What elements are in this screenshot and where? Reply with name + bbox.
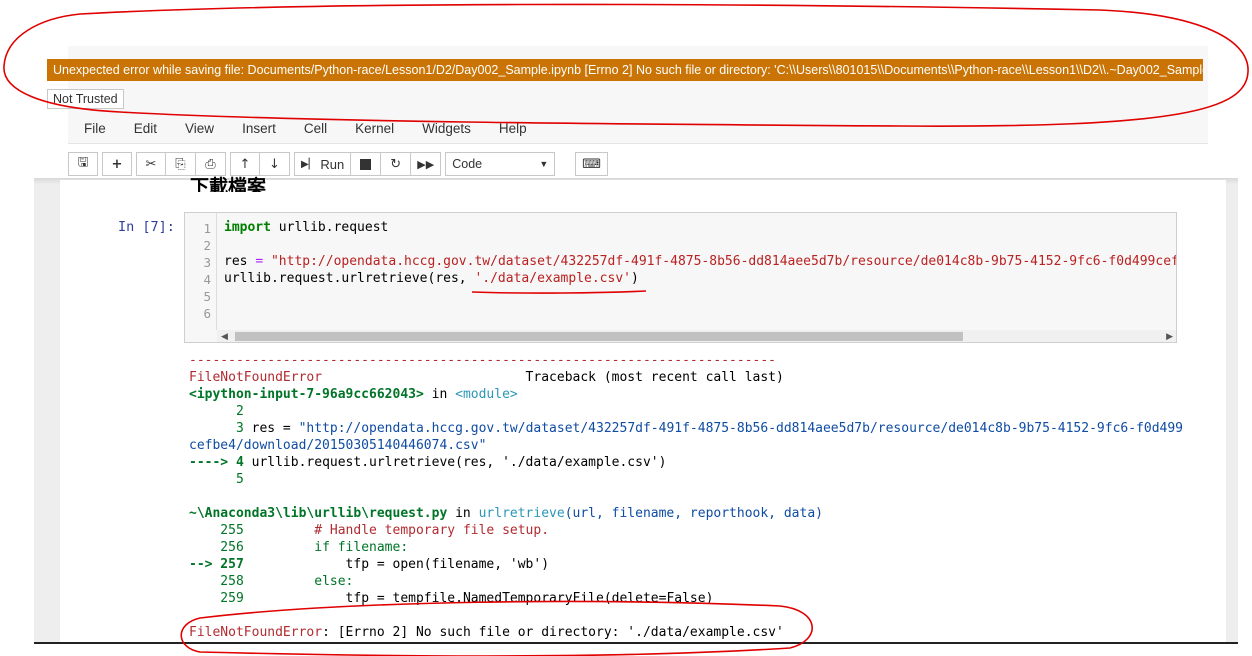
chevron-down-icon: ▼ bbox=[539, 159, 549, 169]
scissors-icon: ✂ bbox=[145, 156, 157, 172]
plus-icon: + bbox=[111, 156, 123, 172]
traceback-separator: ----------------------------------------… bbox=[189, 353, 776, 368]
menu-bar: File Edit View Insert Cell Kernel Widget… bbox=[68, 118, 539, 142]
traceback-header: FileNotFoundError Traceback (most recent… bbox=[189, 370, 784, 385]
menu-help[interactable]: Help bbox=[483, 118, 539, 142]
traceback-line: 259 tfp = tempfile.NamedTemporaryFile(de… bbox=[189, 591, 714, 606]
input-prompt: In [7]: bbox=[118, 219, 175, 235]
traceback-line: 256 if filename: bbox=[189, 540, 409, 555]
restart-button[interactable]: ↻ bbox=[381, 152, 412, 176]
line-number: 5 bbox=[203, 289, 211, 304]
line-number: 4 bbox=[203, 272, 211, 287]
line-number: 3 bbox=[203, 255, 211, 270]
arrow-up-icon: ↑ bbox=[239, 156, 251, 172]
not-trusted-indicator[interactable]: Not Trusted bbox=[47, 89, 124, 109]
line-number: 1 bbox=[203, 221, 211, 236]
traceback-line: 5 bbox=[189, 472, 244, 487]
restart-run-all-button[interactable]: ▶▶ bbox=[411, 152, 442, 176]
bottom-divider bbox=[34, 642, 1238, 644]
toolbar: 🖫 + ✂ ⎘ ⎙ ↑ ↓ ▶▏ Run ↻ ▶▶ Code ▼ ⌨ bbox=[68, 151, 609, 177]
code-editor[interactable]: 1 2 3 4 5 6 import urllib.request res = … bbox=[184, 212, 1177, 343]
insert-cell-button[interactable]: + bbox=[102, 152, 132, 176]
fast-forward-icon: ▶▶ bbox=[417, 157, 435, 171]
line-number: 2 bbox=[203, 238, 211, 253]
traceback-line: 2 bbox=[189, 404, 244, 419]
cell-type-value: Code bbox=[452, 157, 483, 171]
traceback-line: 258 else: bbox=[189, 574, 354, 589]
code-line-3: res = "http://opendata.hccg.gov.tw/datas… bbox=[224, 254, 1177, 269]
menu-cell[interactable]: Cell bbox=[288, 118, 339, 142]
restart-icon: ↻ bbox=[390, 156, 402, 172]
save-error-text: Unexpected error while saving file: Docu… bbox=[53, 63, 1203, 77]
menu-insert[interactable]: Insert bbox=[226, 118, 288, 142]
menu-file[interactable]: File bbox=[68, 118, 118, 142]
markdown-heading: 下載檔案 bbox=[190, 176, 267, 192]
menu-edit[interactable]: Edit bbox=[118, 118, 169, 142]
cut-button[interactable]: ✂ bbox=[136, 152, 166, 176]
traceback-frame-1: <ipython-input-7-96a9cc662043> in <modul… bbox=[189, 387, 518, 402]
run-label: Run bbox=[320, 156, 345, 172]
traceback-line: 255 # Handle temporary file setup. bbox=[189, 523, 550, 538]
command-palette-button[interactable]: ⌨ bbox=[575, 152, 609, 176]
keyboard-icon: ⌨ bbox=[582, 156, 602, 172]
paste-icon: ⎙ bbox=[205, 156, 216, 172]
arrow-down-icon: ↓ bbox=[269, 156, 280, 172]
traceback-line: cefbe4/download/20150305140446074.csv" bbox=[189, 438, 487, 453]
cell-type-select[interactable]: Code ▼ bbox=[445, 152, 556, 176]
step-forward-icon: ▶▏ bbox=[301, 158, 317, 170]
menu-kernel[interactable]: Kernel bbox=[339, 118, 406, 142]
interrupt-button[interactable] bbox=[351, 152, 382, 176]
scrollbar-thumb[interactable] bbox=[235, 332, 963, 341]
line-number: 6 bbox=[203, 306, 211, 321]
menu-view[interactable]: View bbox=[169, 118, 226, 142]
final-error-message: FileNotFoundError: [Errno 2] No such fil… bbox=[189, 625, 784, 640]
copy-icon: ⎘ bbox=[175, 156, 186, 172]
code-line-4: urllib.request.urlretrieve(res, './data/… bbox=[224, 271, 639, 286]
line-number-gutter: 1 2 3 4 5 6 bbox=[185, 213, 217, 330]
save-error-notification[interactable]: Unexpected error while saving file: Docu… bbox=[47, 59, 1203, 81]
horizontal-scrollbar[interactable]: ◀ ▶ bbox=[217, 330, 1176, 342]
traceback-frame-2: ~\Anaconda3\lib\urllib\request.py in url… bbox=[189, 506, 823, 521]
stop-icon bbox=[360, 158, 372, 170]
run-button[interactable]: ▶▏ Run bbox=[294, 152, 352, 176]
traceback-line: 3 res = "http://opendata.hccg.gov.tw/dat… bbox=[189, 421, 1184, 436]
scroll-right-icon[interactable]: ▶ bbox=[1166, 330, 1173, 342]
traceback-line-current: ----> 4 urllib.request.urlretrieve(res, … bbox=[189, 455, 667, 470]
scroll-left-icon[interactable]: ◀ bbox=[221, 330, 228, 342]
menu-widgets[interactable]: Widgets bbox=[406, 118, 483, 142]
traceback-line-current: --> 257 tfp = open(filename, 'wb') bbox=[189, 557, 550, 572]
save-button[interactable]: 🖫 bbox=[68, 152, 98, 176]
save-icon: 🖫 bbox=[77, 155, 89, 170]
code-line-1: import urllib.request bbox=[224, 220, 389, 235]
